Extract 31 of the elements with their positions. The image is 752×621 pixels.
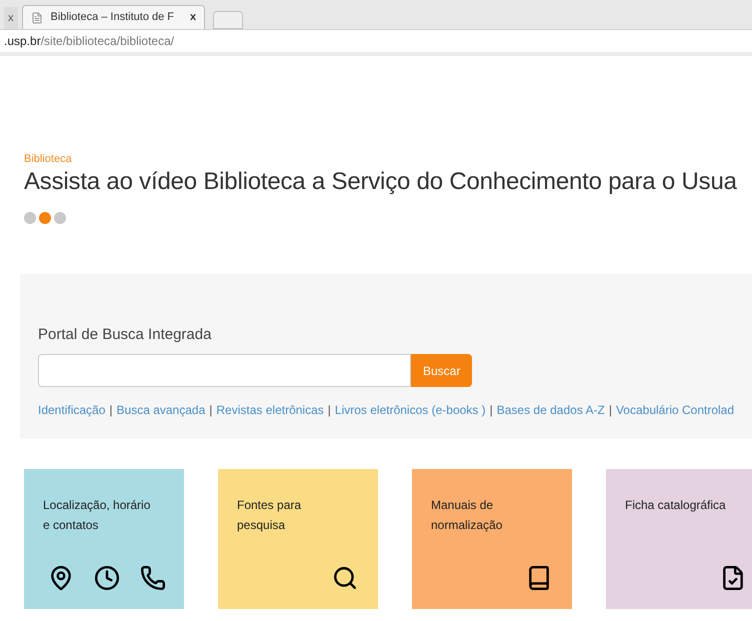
link-separator: | bbox=[328, 402, 331, 419]
tab-title: Biblioteca – Instituto de F bbox=[50, 10, 174, 26]
tab-close-button[interactable]: x bbox=[190, 9, 196, 26]
tile-title: Ficha catalográfica bbox=[625, 496, 727, 514]
carousel-headline[interactable]: Assista ao vídeo Biblioteca a Serviço do Conhecimento para o Usua bbox=[24, 168, 752, 196]
browser-tab[interactable]: Biblioteca – Instituto de F x bbox=[22, 5, 206, 29]
category-label: Biblioteca bbox=[24, 152, 73, 167]
map-pin-icon bbox=[48, 564, 74, 590]
link-separator: | bbox=[490, 402, 493, 419]
category-tile[interactable]: Ficha catalográfica bbox=[606, 468, 752, 608]
category-tile[interactable]: Localização, horário e contatos bbox=[24, 468, 184, 608]
browser-tab[interactable]: x bbox=[4, 7, 18, 29]
category-tile[interactable]: Manuais de normalização bbox=[412, 468, 572, 608]
search-field[interactable] bbox=[38, 354, 411, 387]
search-title: Portal de Busca Integrada bbox=[38, 324, 212, 344]
category-tile[interactable]: Fontes para pesquisa bbox=[218, 468, 378, 608]
link-separator: | bbox=[209, 402, 212, 419]
document-check-icon bbox=[720, 564, 746, 590]
tab-title: x bbox=[8, 10, 14, 26]
phone-icon bbox=[140, 564, 166, 590]
tile-title: Fontes para pesquisa bbox=[237, 496, 302, 534]
url-text: .usp.br/site/biblioteca/biblioteca/ bbox=[4, 33, 174, 50]
new-tab-button[interactable] bbox=[213, 11, 244, 29]
clock-icon bbox=[94, 564, 120, 590]
page-icon bbox=[30, 12, 42, 24]
link-separator: | bbox=[109, 402, 113, 419]
tile-title: Localização, horário e contatos bbox=[43, 496, 152, 534]
tile-title: Manuais de normalização bbox=[431, 496, 504, 534]
book-icon bbox=[526, 564, 552, 590]
link-separator: | bbox=[608, 402, 612, 419]
search-icon bbox=[332, 564, 358, 590]
